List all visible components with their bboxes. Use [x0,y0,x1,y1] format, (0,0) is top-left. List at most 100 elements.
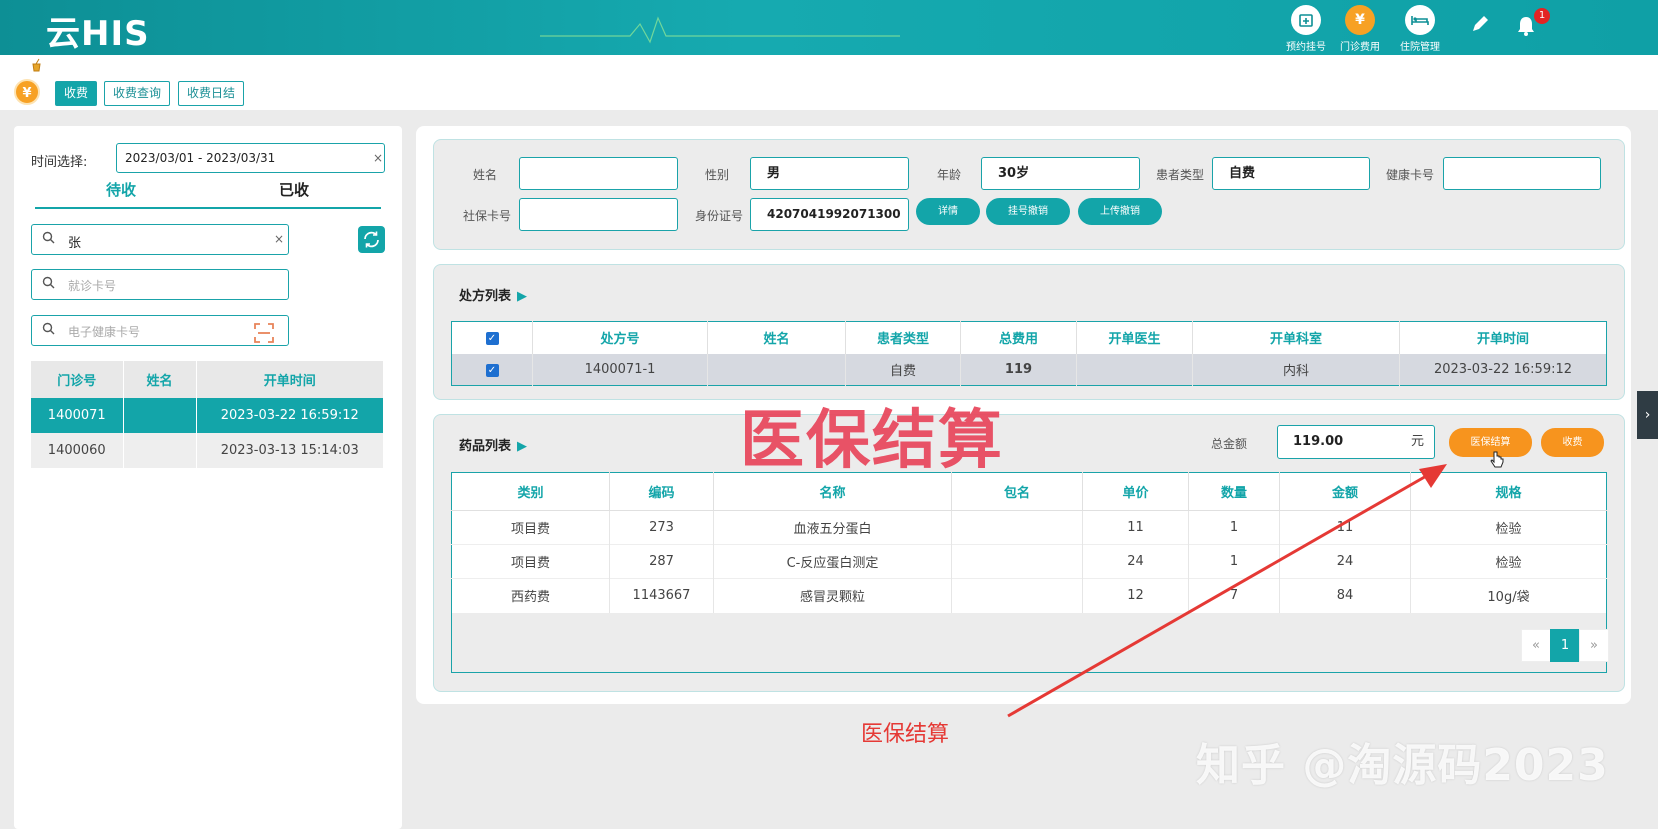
rx-name-cell [707,353,846,386]
col-rx-no: 处方号 [532,321,708,354]
name-cell [123,433,197,468]
checkbox-icon[interactable]: ✓ [485,332,499,346]
refresh-icon [364,231,379,248]
play-icon[interactable]: ▶ [517,289,527,304]
prescription-list-title-text: 处方列表 [459,289,512,304]
app-logo: 云HIS [46,14,150,54]
table-header-row: ✓ 处方号 姓名 患者类型 总费用 开单医生 开单科室 开单时间 [451,321,1607,354]
name-cell [123,398,197,433]
checkbox-icon[interactable]: ✓ [485,363,499,377]
tab-charge[interactable]: 收费 [55,81,98,106]
nav-outpatient-fee-label: 门诊费用 [1340,42,1380,53]
pencil-icon[interactable] [1470,14,1490,39]
table-row[interactable]: 项目费 273 血液五分蛋白 11 1 11 检验 [451,510,1607,545]
table-row[interactable]: 项目费 287 C-反应蛋白测定 24 1 24 检验 [451,544,1607,579]
id-number-field[interactable]: 4207041992071300 [750,198,909,231]
select-all-cell[interactable]: ✓ [451,321,533,354]
watermark: 知乎 @淘源码2023 [1196,740,1609,791]
pager-prev-button[interactable]: « [1521,629,1551,662]
date-clear-icon[interactable]: × [373,151,383,165]
broom-icon[interactable] [30,58,44,76]
tab-pending[interactable]: 待收 [35,179,207,209]
patient-type-field[interactable]: 自费 [1212,157,1370,190]
pager-page-1[interactable]: 1 [1550,629,1580,662]
bell-icon[interactable] [1516,15,1536,42]
health-card-label: 健康卡号 [1385,168,1434,182]
tab-charge-daily[interactable]: 收费日结 [178,81,245,106]
hand-cursor-icon [1490,451,1504,468]
health-card-input[interactable]: 电子健康卡号 [31,315,289,346]
detail-button[interactable]: 详情 [916,198,980,225]
scan-icon[interactable] [253,322,275,344]
search-icon [42,276,55,289]
drug-name-cell: 感冒灵颗粒 [713,578,952,613]
table-row[interactable]: ✓ 1400071-1 自费 119 内科 2023-03-22 16:59:1… [451,353,1607,386]
total-amount-label: 总金额 [1211,437,1248,451]
cancel-registration-button[interactable]: 挂号撤销 [986,198,1070,225]
time-cell: 2023-03-22 16:59:12 [196,398,384,433]
unit-price-cell: 24 [1082,544,1189,579]
table-row[interactable]: 1400071 2023-03-22 16:59:12 [31,398,384,433]
package-cell [951,578,1083,613]
insurance-settlement-overlay-title: 医保结算 [740,404,1004,478]
code-cell: 1143667 [609,578,714,613]
col-rx-dept: 开单科室 [1192,321,1400,354]
side-expand-handle[interactable]: › [1637,391,1658,439]
notification-badge: 1 [1534,8,1550,24]
col-name: 姓名 [123,361,197,398]
refresh-button[interactable] [358,226,385,253]
col-code: 编码 [609,472,714,511]
col-rx-type: 患者类型 [845,321,961,354]
gender-field[interactable]: 男 [750,157,909,190]
gender-label: 性别 [704,168,729,182]
nav-inpatient[interactable]: 住院管理 [1392,5,1448,53]
name-search-input[interactable]: 张 × [31,224,289,255]
bed-icon [1405,5,1435,35]
nav-appointment[interactable]: 预约挂号 [1278,5,1334,53]
rx-doctor-cell [1076,353,1193,386]
category-cell: 西药费 [451,578,610,613]
code-cell: 273 [609,510,714,545]
col-open-time: 开单时间 [196,361,384,398]
col-unit-price: 单价 [1082,472,1189,511]
search-clear-icon[interactable]: × [274,232,284,246]
patient-name-field[interactable] [519,157,678,190]
patient-type-label: 患者类型 [1155,168,1204,182]
spec-cell: 检验 [1495,522,1522,537]
yen-icon: ¥ [1345,5,1375,35]
empty-table-space [451,612,1607,673]
table-header-row: 门诊号 姓名 开单时间 [31,361,384,398]
drug-table: 类别 编码 名称 包名 单价 数量 金额 规格 项目费 273 血液五分蛋白 1… [451,472,1607,673]
unit-price-cell: 12 [1082,578,1189,613]
quantity-cell: 7 [1188,578,1280,613]
health-card-placeholder: 电子健康卡号 [68,325,141,339]
id-number-label: 身份证号 [694,209,743,223]
date-label: 时间选择: [31,155,88,170]
drug-list-title: 药品列表 ▶ [459,435,527,454]
date-range-input[interactable]: 2023/03/01 - 2023/03/31 [116,143,385,173]
nav-outpatient-fee[interactable]: ¥ 门诊费用 [1332,5,1388,53]
patient-info-card [433,139,1625,250]
visit-card-input[interactable]: 就诊卡号 [31,269,289,300]
charge-button[interactable]: 收费 [1541,428,1604,457]
table-row[interactable]: 西药费 1143667 感冒灵颗粒 12 7 84 10g/袋 [451,578,1607,613]
total-amount-unit: 元 [1410,434,1424,449]
drug-name-cell: C-反应蛋白测定 [713,544,952,579]
tab-charge-query[interactable]: 收费查询 [104,81,171,106]
row-select-cell[interactable]: ✓ [451,353,533,386]
tab-done[interactable]: 已收 [207,179,381,209]
rx-time-cell: 2023-03-22 16:59:12 [1399,353,1607,386]
table-row[interactable]: 1400060 2023-03-13 15:14:03 [31,433,384,468]
pager-next-button[interactable]: » [1579,629,1609,662]
social-card-field[interactable] [519,198,678,231]
sub-toolbar [0,55,1658,110]
upload-cancel-button[interactable]: 上传撤销 [1078,198,1162,225]
drug-name-cell: 血液五分蛋白 [713,510,952,545]
play-icon[interactable]: ▶ [517,439,527,454]
col-rx-time: 开单时间 [1476,332,1529,348]
col-spec: 规格 [1495,486,1522,501]
quantity-cell: 1 [1188,510,1280,545]
visit-card-placeholder: 就诊卡号 [68,279,117,293]
health-card-field[interactable] [1443,157,1601,190]
age-field[interactable]: 30岁 [981,157,1140,190]
